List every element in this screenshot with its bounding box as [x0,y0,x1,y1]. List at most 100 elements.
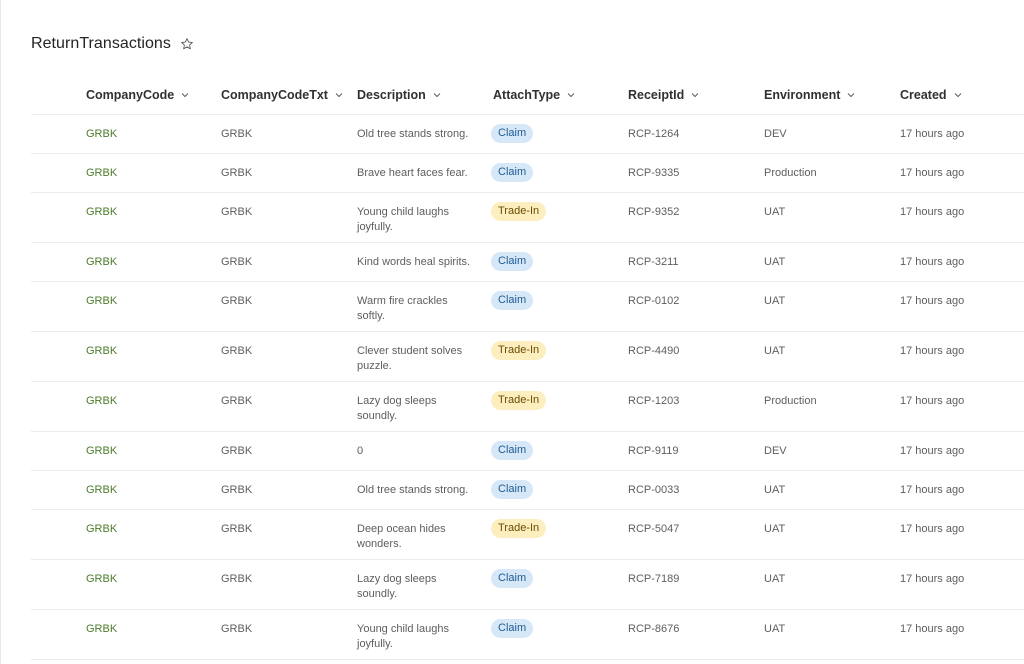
attach-type-badge: Claim [491,124,534,143]
cell-company-code-txt: GRBK [221,523,253,535]
company-code-link[interactable]: GRBK [86,255,117,270]
cell-environment: DEV [764,128,787,140]
attach-type-badge: Trade-In [491,202,547,221]
cell-receipt-id: RCP-1203 [628,395,680,407]
chevron-down-icon[interactable] [566,90,576,100]
column-header-label: AttachType [493,87,561,102]
column-header-label: ReceiptId [628,87,685,102]
chevron-down-icon[interactable] [334,90,344,100]
table-row[interactable]: GRBK GRBK Old tree stands strong. Claim RCP-… [31,115,1024,154]
cell-description: 0 [357,445,364,457]
cell-company-code-txt: GRBK [221,623,253,635]
cell-environment: DEV [764,445,787,457]
cell-created: 17 hours ago [900,395,965,407]
cell-environment: UAT [764,484,786,496]
company-code-link[interactable]: GRBK [86,205,117,220]
cell-company-code-txt: GRBK [221,345,253,357]
company-code-link[interactable]: GRBK [86,483,117,498]
attach-type-badge: Claim [491,441,534,460]
column-header-receipt-id[interactable]: ReceiptId [628,75,700,114]
cell-description: Kind words heal spirits. [357,256,471,268]
company-code-link[interactable]: GRBK [86,622,117,637]
column-header-label: CompanyCode [86,87,175,102]
column-header-company-code-txt[interactable]: CompanyCodeTxt [221,75,344,114]
column-header-label: CompanyCodeTxt [221,87,328,102]
cell-description: Old tree stands strong. [357,128,469,140]
cell-receipt-id: RCP-0033 [628,484,680,496]
cell-created: 17 hours ago [900,167,965,179]
company-code-link[interactable]: GRBK [86,522,117,537]
cell-created: 17 hours ago [900,206,965,218]
table-body: GRBK GRBK Old tree stands strong. Claim RCP-… [31,115,1024,660]
chevron-down-icon[interactable] [180,90,190,100]
chevron-down-icon[interactable] [846,90,856,100]
cell-environment: UAT [764,523,786,535]
cell-description: Deep ocean hides wonders. [357,523,446,550]
list-table: CompanyCode CompanyCodeTxt Description Atta… [31,75,1024,660]
chevron-down-icon[interactable] [432,90,442,100]
table-row[interactable]: GRBK GRBK Lazy dog sleeps soundly. Claim RCP… [31,560,1024,610]
attach-type-badge: Claim [491,480,534,499]
column-header-company-code[interactable]: CompanyCode [86,75,190,114]
cell-environment: Production [764,167,817,179]
cell-company-code-txt: GRBK [221,206,253,218]
cell-environment: UAT [764,256,786,268]
cell-receipt-id: RCP-5047 [628,523,680,535]
table-row[interactable]: GRBK GRBK Young child laughs joyfully. Clai… [31,610,1024,660]
column-header-created[interactable]: Created [900,75,963,114]
attach-type-badge: Claim [491,252,534,271]
table-row[interactable]: GRBK GRBK Brave heart faces fear. Claim RCP-… [31,154,1024,193]
chevron-down-icon[interactable] [690,90,700,100]
company-code-link[interactable]: GRBK [86,394,117,409]
cell-receipt-id: RCP-9352 [628,206,680,218]
company-code-link[interactable]: GRBK [86,572,117,587]
table-row[interactable]: GRBK GRBK 0 Claim RCP-9119 DEV 17 hours ago [31,432,1024,471]
cell-environment: UAT [764,623,786,635]
company-code-link[interactable]: GRBK [86,127,117,142]
table-row[interactable]: GRBK GRBK Deep ocean hides wonders. Trade-I… [31,510,1024,560]
company-code-link[interactable]: GRBK [86,444,117,459]
column-header-attach-type[interactable]: AttachType [493,75,576,114]
page-title: ReturnTransactions [31,35,171,52]
chevron-down-icon[interactable] [953,90,963,100]
cell-created: 17 hours ago [900,445,965,457]
cell-receipt-id: RCP-9335 [628,167,680,179]
table-row[interactable]: GRBK GRBK Kind words heal spirits. Claim RCP… [31,243,1024,282]
cell-receipt-id: RCP-0102 [628,295,680,307]
list-header: ReturnTransactions [31,33,194,55]
cell-receipt-id: RCP-7189 [628,573,680,585]
cell-company-code-txt: GRBK [221,128,253,140]
cell-company-code-txt: GRBK [221,484,253,496]
cell-company-code-txt: GRBK [221,256,253,268]
table-row[interactable]: GRBK GRBK Clever student solves puzzle. Tra… [31,332,1024,382]
cell-created: 17 hours ago [900,523,965,535]
column-header-label: Description [357,87,426,102]
cell-created: 17 hours ago [900,295,965,307]
cell-environment: UAT [764,206,786,218]
attach-type-badge: Claim [491,619,534,638]
cell-environment: UAT [764,345,786,357]
company-code-link[interactable]: GRBK [86,166,117,181]
attach-type-badge: Trade-In [491,519,547,538]
column-header-description[interactable]: Description [357,75,442,114]
cell-description: Clever student solves puzzle. [357,345,463,372]
cell-receipt-id: RCP-4490 [628,345,680,357]
star-outline-icon[interactable] [180,37,194,51]
cell-company-code-txt: GRBK [221,167,253,179]
table-row[interactable]: GRBK GRBK Young child laughs joyfully. Trad… [31,193,1024,243]
cell-created: 17 hours ago [900,484,965,496]
table-row[interactable]: GRBK GRBK Warm fire crackles softly. Claim R… [31,282,1024,332]
cell-created: 17 hours ago [900,256,965,268]
cell-company-code-txt: GRBK [221,295,253,307]
attach-type-badge: Trade-In [491,341,547,360]
cell-created: 17 hours ago [900,623,965,635]
table-row[interactable]: GRBK GRBK Lazy dog sleeps soundly. Trade-In… [31,382,1024,432]
company-code-link[interactable]: GRBK [86,294,117,309]
company-code-link[interactable]: GRBK [86,344,117,359]
cell-environment: UAT [764,573,786,585]
table-row[interactable]: GRBK GRBK Old tree stands strong. Claim RCP-… [31,471,1024,510]
column-header-environment[interactable]: Environment [764,75,856,114]
cell-company-code-txt: GRBK [221,573,253,585]
cell-description: Old tree stands strong. [357,484,469,496]
list-page: ReturnTransactions CompanyCode CompanyCod… [0,0,1024,664]
